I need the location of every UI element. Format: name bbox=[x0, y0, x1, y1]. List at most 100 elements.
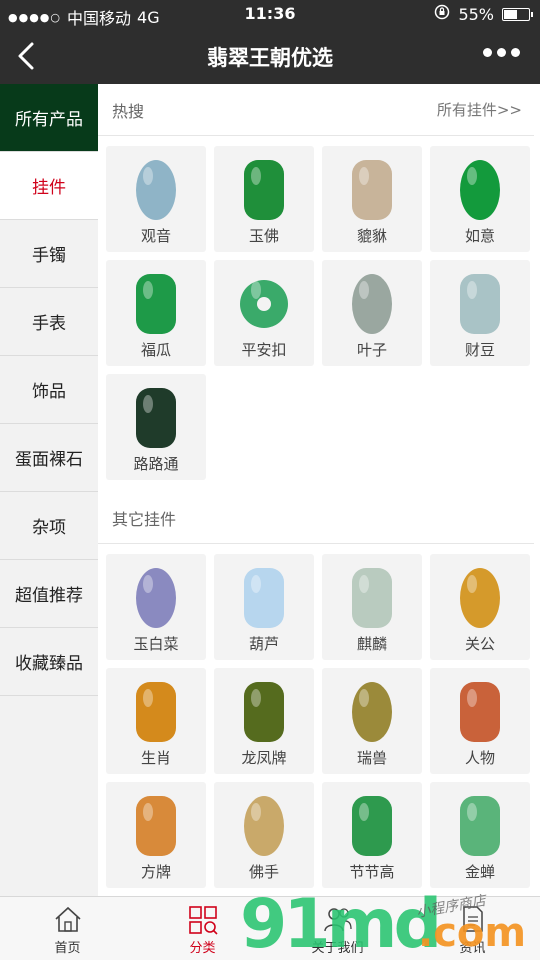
pendant-image bbox=[460, 796, 500, 856]
product-tile-label: 平安扣 bbox=[241, 341, 287, 359]
product-tile-label: 玉佛 bbox=[248, 227, 279, 245]
sidebar-item-misc[interactable]: 杂项 bbox=[0, 492, 98, 560]
pendant-image bbox=[352, 274, 392, 334]
sidebar-item-accessories[interactable]: 饰品 bbox=[0, 356, 98, 424]
pendant-image bbox=[244, 160, 284, 220]
product-tile-label: 财豆 bbox=[464, 341, 495, 359]
other-grid: 玉白菜 葫芦 麒麟 关公生肖 龙凤牌 瑞兽 人物方牌 佛手 节节高 金蝉 bbox=[98, 544, 540, 896]
product-tile[interactable]: 如意 bbox=[430, 146, 530, 252]
product-tile-label: 叶子 bbox=[356, 341, 387, 359]
document-icon bbox=[462, 906, 483, 932]
pendant-image bbox=[352, 682, 392, 742]
product-tile[interactable]: 佛手 bbox=[214, 782, 314, 888]
pendant-image bbox=[244, 796, 284, 856]
more-dot-icon bbox=[511, 48, 520, 57]
tab-category[interactable]: 分类 bbox=[135, 905, 270, 956]
pendant-image bbox=[244, 568, 284, 628]
product-tile[interactable]: 葫芦 bbox=[214, 554, 314, 660]
tab-home[interactable]: 首页 bbox=[0, 905, 135, 956]
sidebar-item-cabochons[interactable]: 蛋面裸石 bbox=[0, 424, 98, 492]
pendant-image bbox=[240, 280, 288, 328]
pendant-image bbox=[460, 160, 500, 220]
product-tile-label: 路路通 bbox=[133, 455, 179, 473]
product-tile[interactable]: 人物 bbox=[430, 668, 530, 774]
pendant-image bbox=[136, 160, 176, 220]
sidebar-item-bracelets[interactable]: 手镯 bbox=[0, 220, 98, 288]
tab-news-label: 资讯 bbox=[459, 941, 486, 956]
product-tile[interactable]: 龙凤牌 bbox=[214, 668, 314, 774]
pendant-image bbox=[352, 568, 392, 628]
home-icon bbox=[54, 906, 81, 932]
other-section-title: 其它挂件 bbox=[112, 509, 177, 529]
product-tile[interactable]: 节节高 bbox=[322, 782, 422, 888]
product-tile-label: 瑞兽 bbox=[356, 749, 387, 767]
nav-bar: 翡翠王朝优选 bbox=[0, 28, 540, 84]
pendant-image bbox=[136, 682, 176, 742]
battery-percent: 55% bbox=[458, 4, 494, 24]
status-right: 55% bbox=[434, 4, 533, 24]
category-sidebar: 所有产品 挂件 手镯 手表 饰品 蛋面裸石 杂项 超值推荐 收藏臻品 bbox=[0, 84, 98, 896]
tab-news[interactable]: 资讯 bbox=[405, 905, 540, 956]
product-tile[interactable]: 瑞兽 bbox=[322, 668, 422, 774]
product-tile[interactable]: 玉白菜 bbox=[106, 554, 206, 660]
tab-home-label: 首页 bbox=[54, 941, 81, 956]
pendant-image bbox=[352, 796, 392, 856]
category-content: 热搜 所有挂件>> 观音 玉佛 貔貅 如意福瓜 平安扣 叶子 财豆路路通 其它挂件 玉白菜 葫… bbox=[98, 84, 540, 896]
hot-section-header: 热搜 所有挂件>> bbox=[98, 84, 534, 136]
users-icon bbox=[323, 908, 352, 932]
product-tile[interactable]: 麒麟 bbox=[322, 554, 422, 660]
product-tile[interactable]: 福瓜 bbox=[106, 260, 206, 366]
hot-section-title: 热搜 bbox=[112, 101, 145, 121]
product-tile-label: 节节高 bbox=[349, 863, 395, 881]
pendant-image bbox=[352, 160, 392, 220]
product-tile[interactable]: 金蝉 bbox=[430, 782, 530, 888]
pendant-image bbox=[244, 682, 284, 742]
pendant-image bbox=[136, 568, 176, 628]
sidebar-item-pendants[interactable]: 挂件 bbox=[0, 152, 98, 220]
pendant-image bbox=[460, 274, 500, 334]
page-title: 翡翠王朝优选 bbox=[207, 46, 333, 70]
pendant-image bbox=[136, 796, 176, 856]
product-tile[interactable]: 平安扣 bbox=[214, 260, 314, 366]
hot-grid: 观音 玉佛 貔貅 如意福瓜 平安扣 叶子 财豆路路通 bbox=[98, 136, 540, 492]
product-tile[interactable]: 财豆 bbox=[430, 260, 530, 366]
sidebar-item-watches[interactable]: 手表 bbox=[0, 288, 98, 356]
sidebar-item-all-products[interactable]: 所有产品 bbox=[0, 84, 98, 152]
product-tile-label: 方牌 bbox=[140, 863, 171, 881]
product-tile[interactable]: 叶子 bbox=[322, 260, 422, 366]
sidebar-item-collection[interactable]: 收藏臻品 bbox=[0, 628, 98, 696]
product-tile-label: 龙凤牌 bbox=[241, 749, 287, 767]
status-bar: ●●●●○ 中国移动 4G 11:36 55% bbox=[0, 0, 540, 28]
product-tile[interactable]: 关公 bbox=[430, 554, 530, 660]
sidebar-item-value-picks[interactable]: 超值推荐 bbox=[0, 560, 98, 628]
product-tile-label: 葫芦 bbox=[248, 635, 279, 653]
product-tile-label: 如意 bbox=[464, 227, 495, 245]
product-tile-label: 人物 bbox=[464, 749, 495, 767]
product-tile[interactable]: 貔貅 bbox=[322, 146, 422, 252]
pendant-image bbox=[460, 568, 500, 628]
product-tile-label: 佛手 bbox=[248, 863, 279, 881]
more-button[interactable] bbox=[483, 48, 520, 57]
product-tile[interactable]: 路路通 bbox=[106, 374, 206, 480]
category-grid-icon bbox=[188, 906, 218, 935]
product-tile-label: 玉白菜 bbox=[133, 635, 179, 653]
pendant-image bbox=[136, 388, 176, 448]
tab-about[interactable]: 关于我们 bbox=[270, 905, 405, 956]
more-dot-icon bbox=[497, 48, 506, 57]
other-section-header: 其它挂件 bbox=[98, 492, 534, 544]
all-pendants-link[interactable]: 所有挂件>> bbox=[437, 99, 522, 120]
product-tile-label: 金蝉 bbox=[464, 863, 495, 881]
product-tile-label: 麒麟 bbox=[356, 635, 387, 653]
pendant-image bbox=[136, 274, 176, 334]
product-tile-label: 关公 bbox=[464, 635, 495, 653]
product-tile[interactable]: 方牌 bbox=[106, 782, 206, 888]
product-tile-label: 貔貅 bbox=[356, 227, 387, 245]
product-tile-label: 生肖 bbox=[140, 749, 171, 767]
tab-about-label: 关于我们 bbox=[311, 941, 364, 956]
product-tile[interactable]: 生肖 bbox=[106, 668, 206, 774]
product-tile[interactable]: 玉佛 bbox=[214, 146, 314, 252]
pendant-image bbox=[460, 682, 500, 742]
product-tile-label: 福瓜 bbox=[140, 341, 171, 359]
more-dot-icon bbox=[483, 48, 492, 57]
product-tile[interactable]: 观音 bbox=[106, 146, 206, 252]
